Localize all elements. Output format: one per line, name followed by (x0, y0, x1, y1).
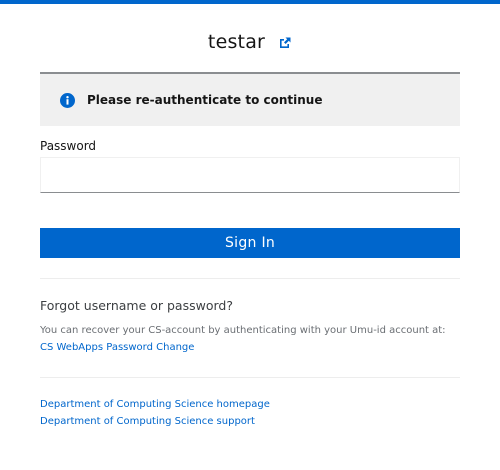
password-change-link[interactable]: CS WebApps Password Change (40, 342, 194, 353)
password-field[interactable] (40, 157, 460, 193)
username-display: testar (207, 31, 266, 53)
top-accent-bar (0, 0, 500, 4)
footer-divider (40, 377, 460, 378)
section-divider (40, 278, 460, 279)
password-label: Password (40, 139, 97, 153)
department-support-link[interactable]: Department of Computing Science support (40, 416, 255, 427)
sign-in-button[interactable]: Sign In (40, 228, 460, 258)
info-circle-icon (60, 92, 75, 108)
forgot-credentials-heading: Forgot username or password? (40, 298, 233, 313)
reauth-alert: Please re-authenticate to continue (40, 74, 460, 126)
alert-message: Please re-authenticate to continue (87, 93, 323, 107)
recover-instructions: You can recover your CS-account by authe… (40, 325, 446, 336)
department-homepage-link[interactable]: Department of Computing Science homepage (40, 399, 270, 410)
login-header: testar (0, 28, 500, 56)
external-link-icon[interactable] (278, 35, 292, 49)
